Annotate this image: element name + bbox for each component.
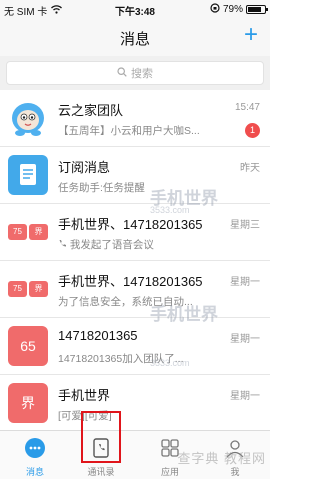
page-title: 消息 <box>119 31 150 48</box>
avatar-tag: 75 <box>8 281 27 297</box>
avatar-tag: 75 <box>8 224 27 240</box>
conversation-name: 云之家团队 <box>58 103 124 118</box>
conversation-date: 昨天 <box>240 163 260 174</box>
conversation-date: 星期三 <box>230 220 260 231</box>
conversation-name: 订阅消息 <box>58 160 111 175</box>
conversation-preview: 【五周年】小云和用户大咖S... <box>58 125 200 137</box>
highlight-box <box>81 411 121 463</box>
search-area: 搜索 <box>0 56 270 90</box>
tab-label: 我 <box>230 467 240 477</box>
rotation-lock-icon <box>210 3 220 16</box>
preview-text: 我发起了语音会议 <box>69 239 154 251</box>
tab-apps[interactable]: 应用 <box>140 431 200 479</box>
conversation-list: 云之家团队 【五周年】小云和用户大咖S... 15:47 1 订阅消息 任务助手… <box>0 90 270 432</box>
list-item[interactable]: 75 界 手机世界、14718201365 为了信息安全，系统已自动... 星期… <box>0 261 270 318</box>
person-icon <box>224 437 246 459</box>
conversation-name: 手机世界、14718201365 <box>58 274 203 289</box>
search-input[interactable]: 搜索 <box>6 61 264 85</box>
conversation-date: 15:47 <box>234 102 260 113</box>
tab-label: 通讯录 <box>87 467 115 477</box>
list-item[interactable]: 75 界 手机世界、14718201365 我发起了语音会议 星期三 <box>0 204 270 261</box>
status-right: 79% <box>210 3 268 16</box>
avatar: 界 <box>8 383 48 423</box>
search-placeholder: 搜索 <box>131 68 153 80</box>
tab-label: 应用 <box>160 467 179 477</box>
tab-messages[interactable]: 消息 <box>5 431 65 479</box>
phone-icon <box>58 239 70 251</box>
chat-bubble-icon <box>24 437 46 459</box>
group-avatar: 75 界 <box>8 269 48 309</box>
conversation-date: 星期一 <box>230 277 260 288</box>
conversation-date: 星期一 <box>230 334 260 345</box>
group-avatar: 75 界 <box>8 212 48 252</box>
conversation-name: 14718201365 <box>58 328 138 343</box>
mascot-avatar-icon <box>8 98 48 138</box>
search-icon <box>117 66 127 80</box>
tab-bar: 消息 通讯录 应用 我 <box>0 430 270 479</box>
avatar <box>8 155 48 195</box>
list-item[interactable]: 65 14718201365 14718201365加入团队了... 星期一 <box>0 318 270 375</box>
conversation-date: 星期一 <box>230 391 260 402</box>
document-icon <box>20 164 36 185</box>
unread-badge: 1 <box>245 123 260 138</box>
list-item[interactable]: 订阅消息 任务助手:任务提醒 昨天 <box>0 147 270 204</box>
conversation-preview: 14718201365加入团队了... <box>58 353 184 365</box>
avatar: 65 <box>8 326 48 366</box>
apps-grid-icon <box>159 437 181 459</box>
conversation-preview: 为了信息安全，系统已自动... <box>58 296 193 308</box>
battery-percent: 79% <box>222 4 243 15</box>
add-button[interactable]: + <box>244 22 258 48</box>
conversation-preview: 任务助手:任务提醒 <box>58 182 145 194</box>
avatar-tag: 界 <box>29 281 48 297</box>
nav-bar: 消息 + <box>0 18 270 56</box>
list-item[interactable]: 界 手机世界 [可爱][可爱] 星期一 <box>0 375 270 432</box>
conversation-name: 手机世界 <box>58 388 111 403</box>
battery-icon <box>246 5 268 14</box>
avatar <box>8 98 48 138</box>
conversation-name: 手机世界、14718201365 <box>58 217 203 232</box>
tab-me[interactable]: 我 <box>205 431 265 479</box>
tab-label: 消息 <box>25 467 44 477</box>
list-item[interactable]: 云之家团队 【五周年】小云和用户大咖S... 15:47 1 <box>0 90 270 147</box>
conversation-preview: 我发起了语音会议 <box>58 237 240 252</box>
avatar-tag: 界 <box>29 224 48 240</box>
status-bar: 无 SIM 卡 下午3:48 79% <box>0 0 270 18</box>
